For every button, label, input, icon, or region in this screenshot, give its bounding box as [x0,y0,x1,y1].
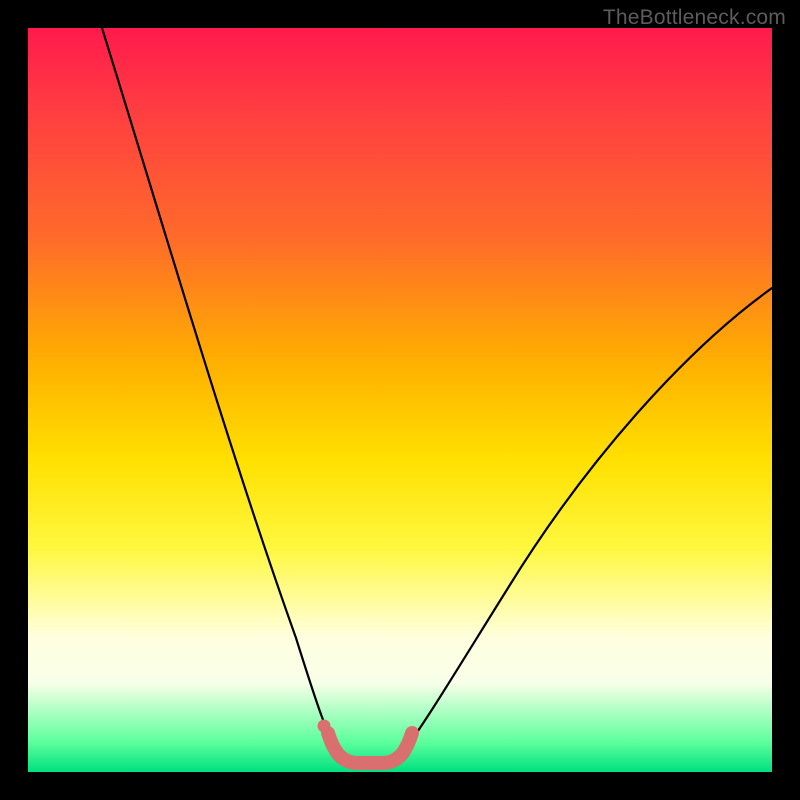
chart-svg [28,28,772,772]
watermark-text: TheBottleneck.com [603,6,786,30]
bottleneck-curve [102,28,772,763]
plot-area [28,28,772,772]
optimal-zone-dot [318,720,331,733]
optimal-zone-marker [328,733,412,763]
outer-frame: TheBottleneck.com [0,0,800,800]
